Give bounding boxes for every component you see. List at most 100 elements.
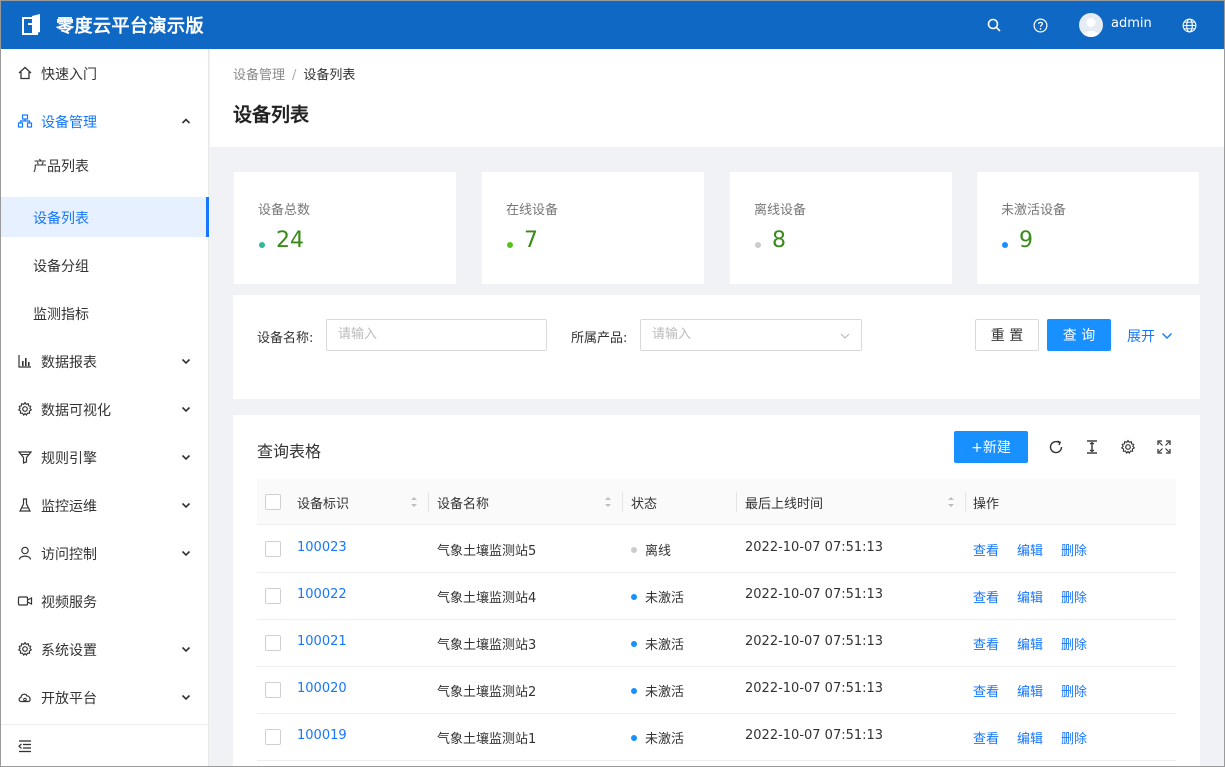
- refresh-icon[interactable]: [1048, 439, 1064, 455]
- delete-link[interactable]: 删除: [1061, 728, 1087, 747]
- sidebar-item-data-visualization[interactable]: 数据可视化: [0, 385, 209, 433]
- settings-icon: [17, 641, 33, 657]
- status-badge: 未激活: [631, 634, 684, 653]
- edit-link[interactable]: 编辑: [1017, 728, 1043, 747]
- row-checkbox[interactable]: [265, 635, 281, 651]
- device-tree-icon: [17, 114, 33, 128]
- flask-icon: [19, 498, 31, 512]
- sidebar-item-system-settings[interactable]: 系统设置: [0, 625, 209, 673]
- edit-link[interactable]: 编辑: [1017, 681, 1043, 700]
- breadcrumb: 设备管理 / 设备列表: [233, 64, 355, 83]
- reset-button[interactable]: 重 置: [975, 319, 1039, 351]
- expand-toggle[interactable]: 展开: [1127, 326, 1173, 346]
- row-checkbox[interactable]: [265, 588, 281, 604]
- device-id-link[interactable]: 100019: [297, 728, 347, 743]
- fullscreen-icon[interactable]: [1156, 439, 1172, 455]
- view-link[interactable]: 查看: [973, 681, 999, 700]
- status-dot: [631, 640, 637, 647]
- delete-link[interactable]: 删除: [1061, 540, 1087, 559]
- view-link[interactable]: 查看: [973, 540, 999, 559]
- sidebar-item-data-report[interactable]: 数据报表: [0, 337, 209, 385]
- expand-label: 展开: [1127, 329, 1155, 345]
- device-id-link[interactable]: 100021: [297, 634, 347, 649]
- menu-fold-icon[interactable]: [17, 738, 33, 754]
- chevron-up-icon: [181, 118, 191, 124]
- sidebar-subitem-device-list[interactable]: 设备列表: [0, 197, 209, 237]
- status-dot: [755, 242, 761, 248]
- status-dot: [631, 546, 637, 553]
- sidebar-item-quickstart[interactable]: 快速入门: [0, 49, 209, 97]
- last-online-time: 2022-10-07 07:51:13: [745, 587, 884, 602]
- row-checkbox[interactable]: [265, 541, 281, 557]
- logo[interactable]: 零度云平台演示版: [20, 12, 204, 38]
- stat-card-total: 设备总数 24: [234, 172, 456, 284]
- product-select[interactable]: 请输入: [640, 319, 862, 351]
- sidebar-item-monitoring[interactable]: 监控运维: [0, 481, 209, 529]
- search-icon[interactable]: [986, 17, 1002, 33]
- user-avatar-icon[interactable]: [1079, 13, 1103, 37]
- edit-link[interactable]: 编辑: [1017, 540, 1043, 559]
- status-badge: 未激活: [631, 681, 684, 700]
- home-icon: [18, 66, 32, 80]
- sidebar-subitem-metrics[interactable]: 监测指标: [0, 293, 209, 333]
- stat-label: 未激活设备: [1001, 203, 1067, 218]
- username[interactable]: admin: [1111, 16, 1152, 31]
- stat-value: 24: [276, 228, 304, 253]
- density-icon[interactable]: [1084, 439, 1100, 455]
- device-name-placeholder: 请输入: [338, 327, 378, 342]
- device-name-input[interactable]: 请输入: [326, 319, 547, 351]
- delete-link[interactable]: 删除: [1061, 681, 1087, 700]
- stat-label: 在线设备: [506, 203, 559, 218]
- table-row: 100022 气象土壤监测站4 未激活 2022-10-07 07:51:13 …: [257, 573, 1176, 620]
- sidebar-subitem-label: 设备列表: [33, 211, 89, 227]
- globe-icon[interactable]: [1181, 17, 1197, 33]
- column-header-last-online[interactable]: 最后上线时间: [745, 493, 823, 512]
- status-dot: [631, 687, 637, 694]
- sidebar-item-open-platform[interactable]: 开放平台: [0, 673, 209, 721]
- column-header-name[interactable]: 设备名称: [437, 493, 489, 512]
- last-online-time: 2022-10-07 07:51:13: [745, 681, 884, 696]
- device-id-link[interactable]: 100020: [297, 681, 347, 696]
- column-divider: [622, 492, 623, 512]
- sidebar-item-access-control[interactable]: 访问控制: [0, 529, 209, 577]
- device-name-label: 设备名称:: [257, 331, 314, 346]
- row-checkbox[interactable]: [265, 729, 281, 745]
- settings-icon[interactable]: [1120, 439, 1136, 455]
- column-divider: [965, 492, 966, 512]
- sort-icon[interactable]: [947, 495, 955, 509]
- page-title: 设备列表: [233, 104, 310, 126]
- row-checkbox[interactable]: [265, 682, 281, 698]
- sidebar-subitem-device-group[interactable]: 设备分组: [0, 245, 209, 285]
- column-header-id[interactable]: 设备标识: [297, 493, 349, 512]
- sort-icon[interactable]: [604, 495, 612, 509]
- delete-link[interactable]: 删除: [1061, 587, 1087, 606]
- bar-chart-icon: [18, 355, 31, 368]
- status-dot: [1002, 242, 1008, 248]
- query-button[interactable]: 查 询: [1047, 319, 1111, 351]
- edit-link[interactable]: 编辑: [1017, 587, 1043, 606]
- view-link[interactable]: 查看: [973, 728, 999, 747]
- device-id-link[interactable]: 100023: [297, 540, 347, 555]
- breadcrumb-parent[interactable]: 设备管理: [233, 68, 285, 83]
- sidebar-item-video-service[interactable]: 视频服务: [0, 577, 209, 625]
- chevron-down-icon: [181, 694, 191, 701]
- sort-icon[interactable]: [410, 495, 418, 509]
- column-header-status[interactable]: 状态: [631, 493, 657, 512]
- new-device-button[interactable]: +新建: [954, 431, 1028, 463]
- stat-label: 设备总数: [258, 203, 311, 218]
- delete-link[interactable]: 删除: [1061, 634, 1087, 653]
- chevron-down-icon: [181, 550, 191, 557]
- help-icon[interactable]: [1032, 17, 1048, 33]
- chevron-down-icon: [1162, 333, 1172, 339]
- device-id-link[interactable]: 100022: [297, 587, 347, 602]
- view-link[interactable]: 查看: [973, 634, 999, 653]
- select-all-checkbox[interactable]: [265, 494, 281, 510]
- stat-card-inactive: 未激活设备 9: [977, 172, 1199, 284]
- edit-link[interactable]: 编辑: [1017, 634, 1043, 653]
- sidebar-item-rule-engine[interactable]: 规则引擎: [0, 433, 209, 481]
- chevron-down-icon: [181, 502, 191, 509]
- device-name: 气象土壤监测站4: [437, 591, 537, 606]
- view-link[interactable]: 查看: [973, 587, 999, 606]
- sidebar-item-device-management[interactable]: 设备管理: [0, 97, 209, 145]
- sidebar-subitem-product-list[interactable]: 产品列表: [0, 145, 209, 185]
